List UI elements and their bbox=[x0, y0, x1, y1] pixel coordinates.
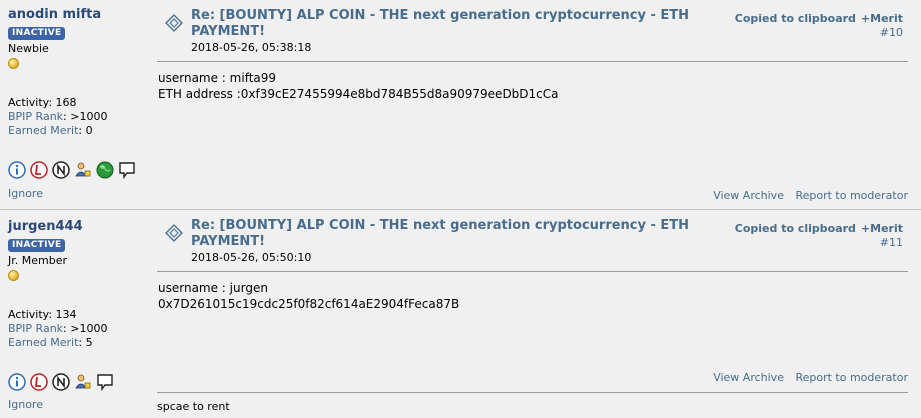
earned-merit: Earned Merit: 5 bbox=[8, 336, 148, 350]
signature-divider bbox=[157, 392, 908, 393]
ignore-list-icon[interactable] bbox=[30, 161, 48, 179]
post-actions-top: Copied to clipboard +Merit #10 bbox=[735, 12, 903, 40]
post-divider bbox=[157, 271, 908, 272]
post-divider bbox=[157, 61, 908, 62]
profile-icons bbox=[8, 161, 148, 179]
info-icon[interactable] bbox=[8, 373, 26, 391]
poster-username[interactable]: anodin mifta bbox=[8, 6, 148, 24]
activity: Activity: 168 bbox=[8, 96, 77, 109]
status-badge: INACTIVE bbox=[8, 239, 66, 252]
earned-merit: Earned Merit: 0 bbox=[8, 124, 148, 138]
ignore-list-icon[interactable] bbox=[30, 373, 48, 391]
profile-icons bbox=[8, 373, 148, 391]
earned-merit-value: : 5 bbox=[78, 336, 93, 349]
post-number-link[interactable]: #10 bbox=[880, 26, 903, 39]
status-badge: INACTIVE bbox=[8, 27, 66, 40]
signature: spcae to rent bbox=[157, 400, 230, 413]
poster-rank: Newbie bbox=[8, 42, 49, 55]
report-to-moderator-link[interactable]: Report to moderator bbox=[795, 371, 908, 384]
rank-coin-icon bbox=[8, 58, 19, 69]
globe-icon[interactable] bbox=[96, 161, 114, 179]
poster-stats: Activity: 168 BPIP Rank: >1000 Earned Me… bbox=[8, 96, 148, 138]
post-body-line: username : jurgen bbox=[158, 281, 268, 295]
user-trust-icon[interactable] bbox=[74, 161, 92, 179]
merit-button[interactable]: +Merit bbox=[861, 12, 903, 25]
copied-to-clipboard: Copied to clipboard bbox=[734, 12, 856, 25]
bpip-rank-link[interactable]: BPIP Rank bbox=[8, 110, 63, 123]
ignore-link[interactable]: Ignore bbox=[8, 187, 43, 200]
poster-info: jurgen444 INACTIVE Jr. Member Activity: … bbox=[8, 218, 148, 391]
post-10: anodin mifta INACTIVE Newbie Activity: 1… bbox=[0, 0, 921, 209]
post-body: username : mifta99 ETH address :0xf39cE2… bbox=[158, 70, 559, 102]
bpip-rank-value: : >1000 bbox=[63, 110, 108, 123]
info-icon[interactable] bbox=[8, 161, 26, 179]
post-subject-link[interactable]: Re: [BOUNTY] ALP COIN - THE next generat… bbox=[191, 218, 731, 250]
post-body: username : jurgen 0x7D261015c19cdc25f0f8… bbox=[158, 280, 459, 312]
post-subject-icon bbox=[165, 14, 183, 32]
view-archive-link[interactable]: View Archive bbox=[713, 189, 784, 202]
ignore-link[interactable]: Ignore bbox=[8, 398, 43, 411]
no-pm-icon[interactable] bbox=[52, 373, 70, 391]
post-number-link[interactable]: #11 bbox=[880, 236, 903, 249]
message-icon[interactable] bbox=[96, 373, 114, 391]
post-body-line: ETH address :0xf39cE27455994e8bd784B55d8… bbox=[158, 87, 559, 101]
post-content: Re: [BOUNTY] ALP COIN - THE next generat… bbox=[157, 218, 908, 418]
post-body-line: 0x7D261015c19cdc25f0f82cf614aE2904fFeca8… bbox=[158, 297, 460, 311]
post-body-line: username : mifta99 bbox=[158, 71, 277, 85]
earned-merit-value: : 0 bbox=[78, 124, 93, 137]
post-actions-bottom: View Archive Report to moderator bbox=[713, 371, 908, 384]
post-content: Re: [BOUNTY] ALP COIN - THE next generat… bbox=[157, 8, 908, 204]
earned-merit-link[interactable]: Earned Merit bbox=[8, 336, 78, 349]
poster-info: anodin mifta INACTIVE Newbie Activity: 1… bbox=[8, 6, 148, 179]
copied-to-clipboard: Copied to clipboard bbox=[734, 222, 856, 235]
user-trust-icon[interactable] bbox=[74, 373, 92, 391]
post-actions-top: Copied to clipboard +Merit #11 bbox=[735, 222, 903, 250]
poster-rank: Jr. Member bbox=[8, 254, 67, 267]
report-to-moderator-link[interactable]: Report to moderator bbox=[795, 189, 908, 202]
post-subject-icon bbox=[165, 224, 183, 242]
post-actions-bottom: View Archive Report to moderator bbox=[713, 189, 908, 202]
no-pm-icon[interactable] bbox=[52, 161, 70, 179]
view-archive-link[interactable]: View Archive bbox=[713, 371, 784, 384]
post-date: 2018-05-26, 05:50:10 bbox=[191, 251, 312, 264]
post-subject-link[interactable]: Re: [BOUNTY] ALP COIN - THE next generat… bbox=[191, 8, 731, 40]
bpip-rank: BPIP Rank: >1000 bbox=[8, 110, 148, 124]
bpip-rank-link[interactable]: BPIP Rank bbox=[8, 322, 63, 335]
bpip-rank: BPIP Rank: >1000 bbox=[8, 322, 148, 336]
post-11: jurgen444 INACTIVE Jr. Member Activity: … bbox=[0, 209, 921, 418]
post-date: 2018-05-26, 05:38:18 bbox=[191, 41, 312, 54]
rank-coin-icon bbox=[8, 270, 19, 281]
bpip-rank-value: : >1000 bbox=[63, 322, 108, 335]
activity: Activity: 134 bbox=[8, 308, 77, 321]
earned-merit-link[interactable]: Earned Merit bbox=[8, 124, 78, 137]
poster-username[interactable]: jurgen444 bbox=[8, 218, 148, 236]
merit-button[interactable]: +Merit bbox=[861, 222, 903, 235]
poster-stats: Activity: 134 BPIP Rank: >1000 Earned Me… bbox=[8, 308, 148, 350]
message-icon[interactable] bbox=[118, 161, 136, 179]
